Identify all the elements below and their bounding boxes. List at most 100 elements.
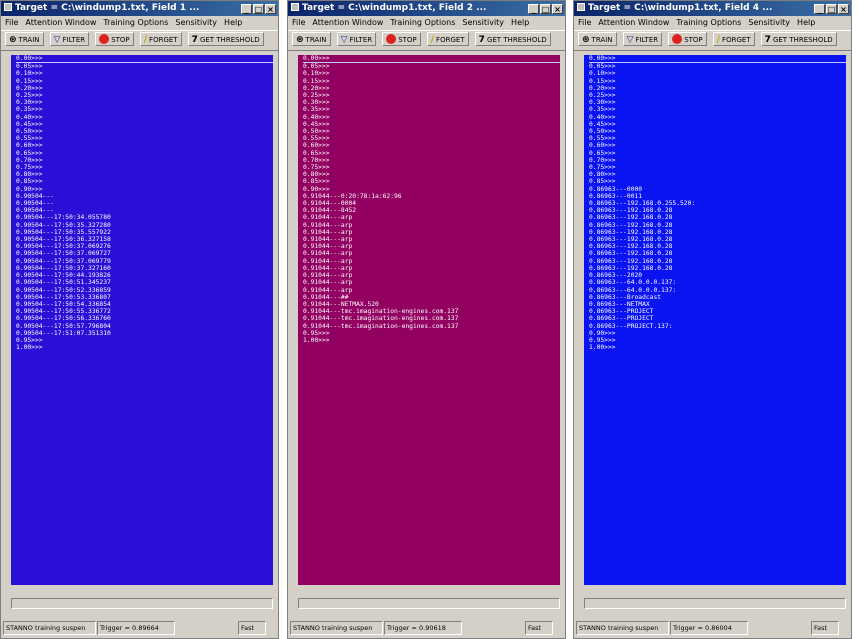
list-item[interactable]: 0.95>>>: [589, 337, 846, 344]
list-item[interactable]: 0.90504---17:50:36.327158: [16, 236, 273, 243]
resize-grip-icon[interactable]: [551, 621, 563, 635]
list-item[interactable]: 0.90>>>: [589, 330, 846, 337]
list-item[interactable]: 0.90504---: [16, 193, 273, 200]
list-item[interactable]: 0.90504---: [16, 200, 273, 207]
train-button[interactable]: ⊛ TRAIN: [5, 32, 44, 46]
maximize-button[interactable]: □: [540, 4, 551, 14]
list-item[interactable]: 0.90504---17:50:37.069779: [16, 258, 273, 265]
list-item[interactable]: 0.60>>>: [589, 142, 846, 149]
list-item[interactable]: 0.86963---PROJECT: [589, 308, 846, 315]
forget-button[interactable]: / FORGET: [139, 32, 182, 46]
menu-help[interactable]: Help: [224, 18, 242, 27]
stop-button[interactable]: STOP: [382, 32, 421, 46]
list-item[interactable]: 0.15>>>: [589, 78, 846, 85]
list-item[interactable]: 0.45>>>: [589, 121, 846, 128]
forget-button[interactable]: / FORGET: [712, 32, 755, 46]
list-item[interactable]: 0.55>>>: [16, 135, 273, 142]
maximize-button[interactable]: □: [253, 4, 264, 14]
horizontal-scrollbar[interactable]: [11, 598, 273, 609]
title-bar[interactable]: Target = C:\windump1.txt, Field 2 ... _ □…: [288, 1, 565, 16]
list-item[interactable]: 0.86963---64.0.0.0.137:: [589, 279, 846, 286]
list-item[interactable]: 0.86963---0000: [589, 186, 846, 193]
menu-file[interactable]: File: [5, 18, 18, 27]
list-item[interactable]: 0.50>>>: [303, 128, 560, 135]
minimize-button[interactable]: _: [241, 4, 252, 14]
list-item[interactable]: 0.86963---192.168.0.255.520:: [589, 200, 846, 207]
list-item[interactable]: 0.86963---192.168.0.28: [589, 250, 846, 257]
list-item[interactable]: 0.91044---arp: [303, 243, 560, 250]
get-threshold-button[interactable]: 7 GET THRESHOLD: [474, 32, 551, 46]
list-item[interactable]: 0.86963---2020: [589, 272, 846, 279]
list-item[interactable]: 0.70>>>: [589, 157, 846, 164]
menu-help[interactable]: Help: [511, 18, 529, 27]
attention-list[interactable]: 0.00>>> 0.05>>> 0.10>>> 0.15>>> 0.20>>> 0.25>…: [584, 55, 846, 585]
list-item[interactable]: 0.91044---8452: [303, 207, 560, 214]
list-item[interactable]: 0.86963---192.168.0.28: [589, 265, 846, 272]
list-item[interactable]: 0.91044---##: [303, 294, 560, 301]
list-item[interactable]: 0.65>>>: [303, 150, 560, 157]
list-item[interactable]: 0.86963---192.168.0.28: [589, 214, 846, 221]
list-item[interactable]: 0.80>>>: [303, 171, 560, 178]
list-item[interactable]: 0.86963---192.168.0.28: [589, 236, 846, 243]
list-item[interactable]: 0.90504---17:50:34.055780: [16, 214, 273, 221]
list-item[interactable]: 0.91044---arp: [303, 265, 560, 272]
list-item[interactable]: 0.86963---192.168.0.28: [589, 243, 846, 250]
list-item[interactable]: 0.90504---17:50:55.336772: [16, 308, 273, 315]
attention-list[interactable]: 0.00>>> 0.05>>> 0.10>>> 0.15>>> 0.20>>> 0.25>…: [298, 55, 560, 585]
list-item[interactable]: 0.90>>>: [303, 186, 560, 193]
list-item[interactable]: 0.80>>>: [16, 171, 273, 178]
list-item[interactable]: 0.80>>>: [589, 171, 846, 178]
list-item[interactable]: 0.10>>>: [16, 70, 273, 77]
list-item[interactable]: 0.91044---arp: [303, 229, 560, 236]
list-item[interactable]: 0.90504---17:50:37.069727: [16, 250, 273, 257]
list-item[interactable]: 0.60>>>: [303, 142, 560, 149]
list-item[interactable]: 0.55>>>: [589, 135, 846, 142]
list-item[interactable]: 0.91044---0004: [303, 200, 560, 207]
list-item[interactable]: 0.91044---0:20:78:1a:62:96: [303, 193, 560, 200]
list-item[interactable]: 0.90504---17:50:54.336854: [16, 301, 273, 308]
list-item[interactable]: 0.90504---: [16, 207, 273, 214]
list-item[interactable]: 0.35>>>: [303, 106, 560, 113]
list-item[interactable]: 0.75>>>: [589, 164, 846, 171]
list-item[interactable]: 0.65>>>: [589, 150, 846, 157]
list-item[interactable]: 0.50>>>: [16, 128, 273, 135]
list-item[interactable]: 0.55>>>: [303, 135, 560, 142]
list-item[interactable]: 0.91044---arp: [303, 222, 560, 229]
list-item[interactable]: 0.90504---17:51:07.351310: [16, 330, 273, 337]
list-item[interactable]: 0.20>>>: [589, 85, 846, 92]
list-item[interactable]: 0.70>>>: [303, 157, 560, 164]
list-item[interactable]: 0.86963---192.168.0.28: [589, 222, 846, 229]
list-item[interactable]: 0.05>>>: [589, 63, 846, 70]
list-item[interactable]: 0.60>>>: [16, 142, 273, 149]
list-item[interactable]: 0.86963---PROJECT.137:: [589, 323, 846, 330]
list-item[interactable]: 0.65>>>: [16, 150, 273, 157]
list-item[interactable]: 0.25>>>: [16, 92, 273, 99]
list-item[interactable]: 1.00>>>: [16, 344, 273, 351]
list-item[interactable]: 0.90504---17:50:35.327280: [16, 222, 273, 229]
list-item[interactable]: 0.40>>>: [16, 114, 273, 121]
list-item[interactable]: 0.00>>>: [16, 55, 273, 64]
list-item[interactable]: 0.90504---17:50:35.557922: [16, 229, 273, 236]
forget-button[interactable]: / FORGET: [426, 32, 469, 46]
list-item[interactable]: 0.91044---arp: [303, 287, 560, 294]
horizontal-scrollbar[interactable]: [298, 598, 560, 609]
list-item[interactable]: 0.85>>>: [303, 178, 560, 185]
list-item[interactable]: 1.00>>>: [303, 337, 560, 344]
list-item[interactable]: 0.90504---17:50:57.796804: [16, 323, 273, 330]
list-item[interactable]: 0.91044---arp: [303, 272, 560, 279]
list-item[interactable]: 0.91044---tmc.imagination-engines.com.13…: [303, 315, 560, 322]
list-item[interactable]: 0.91044---arp: [303, 279, 560, 286]
list-item[interactable]: 0.20>>>: [16, 85, 273, 92]
list-item[interactable]: 0.90504---17:50:44.193826: [16, 272, 273, 279]
list-item[interactable]: 0.91044---arp: [303, 236, 560, 243]
minimize-button[interactable]: _: [814, 4, 825, 14]
list-item[interactable]: 0.25>>>: [589, 92, 846, 99]
list-item[interactable]: 0.85>>>: [589, 178, 846, 185]
menu-file[interactable]: File: [292, 18, 305, 27]
horizontal-scrollbar[interactable]: [584, 598, 846, 609]
attention-list[interactable]: 0.00>>> 0.05>>> 0.10>>> 0.15>>> 0.20>>> 0.25>…: [11, 55, 273, 585]
filter-button[interactable]: ▽ FILTER: [622, 32, 663, 46]
list-item[interactable]: 0.20>>>: [303, 85, 560, 92]
list-item[interactable]: 0.10>>>: [303, 70, 560, 77]
list-item[interactable]: 0.70>>>: [16, 157, 273, 164]
